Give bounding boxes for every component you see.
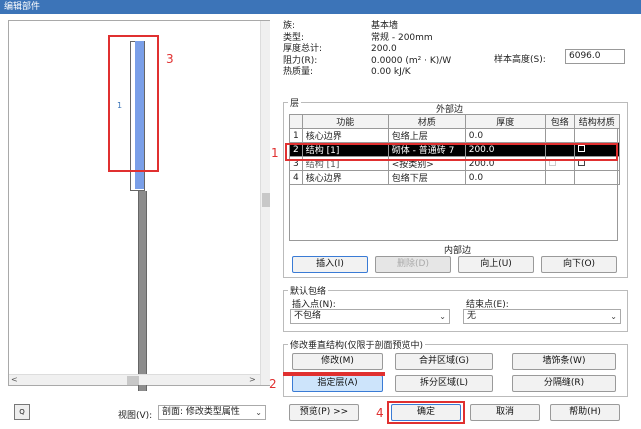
zoom-icon[interactable]: Q — [14, 404, 30, 420]
cancel-button[interactable]: 取消 — [470, 404, 540, 421]
annotation-num-3: 3 — [166, 52, 174, 66]
preview-button[interactable]: 预览(P) >> — [289, 404, 359, 421]
annotation-num-2: 2 — [269, 377, 277, 391]
help-button[interactable]: 帮助(H) — [550, 404, 620, 421]
assign-layers-button[interactable]: 指定层(A) — [292, 375, 383, 392]
window-title: 编辑部件 — [0, 0, 641, 14]
split-region-button[interactable]: 拆分区域(L) — [395, 375, 493, 392]
vertical-scroll-thumb[interactable] — [262, 193, 270, 207]
move-down-button[interactable]: 向下(O) — [541, 256, 617, 273]
view-label: 视图(V): — [118, 411, 153, 421]
modify-button[interactable]: 修改(M) — [292, 353, 383, 370]
annotation-num-4: 4 — [376, 406, 384, 420]
view-dropdown[interactable]: 剖面: 修改类型属性 ⌄ — [158, 405, 266, 420]
annotation-box-2 — [283, 372, 385, 376]
table-header: 功能 材质 厚度 包络 结构材质 — [289, 114, 620, 129]
annotation-box-1 — [285, 143, 618, 161]
insert-button[interactable]: 插入(I) — [292, 256, 368, 273]
interior-side-label: 内部边 — [444, 246, 472, 256]
sample-height-label: 样本高度(S): — [494, 55, 546, 65]
chevron-down-icon: ⌄ — [255, 408, 262, 417]
table-row[interactable]: 4 核心边界 包络下层 0.0 — [289, 170, 620, 185]
table-row[interactable]: 1 核心边界 包络上层 0.0 — [289, 128, 620, 143]
horizontal-scrollbar[interactable]: < > — [9, 374, 260, 385]
sweeps-button[interactable]: 墙饰条(W) — [512, 353, 616, 370]
vertical-scrollbar[interactable] — [260, 21, 270, 385]
annotation-box-3 — [108, 35, 159, 172]
reveals-button[interactable]: 分隔缝(R) — [512, 375, 616, 392]
delete-button[interactable]: 删除(D) — [375, 256, 451, 273]
chevron-down-icon: ⌄ — [439, 312, 446, 321]
horizontal-scroll-thumb[interactable] — [127, 376, 139, 385]
insert-point-dropdown[interactable]: 不包络 ⌄ — [290, 309, 450, 324]
sample-height-input[interactable]: 6096.0 — [565, 49, 625, 64]
end-point-dropdown[interactable]: 无 ⌄ — [463, 309, 621, 324]
scroll-right-icon[interactable]: > — [249, 375, 256, 384]
wall-properties: 族: 基本墙 类型: 常规 - 200mm 厚度总计: 200.0 阻力(R): 0.0… — [283, 21, 452, 77]
wall-section-bottom — [138, 191, 147, 391]
chevron-down-icon: ⌄ — [610, 312, 617, 321]
merge-regions-button[interactable]: 合并区域(G) — [395, 353, 493, 370]
annotation-box-4 — [387, 401, 465, 424]
move-up-button[interactable]: 向上(U) — [458, 256, 534, 273]
annotation-num-1: 1 — [271, 146, 279, 160]
scroll-left-icon[interactable]: < — [11, 375, 18, 384]
